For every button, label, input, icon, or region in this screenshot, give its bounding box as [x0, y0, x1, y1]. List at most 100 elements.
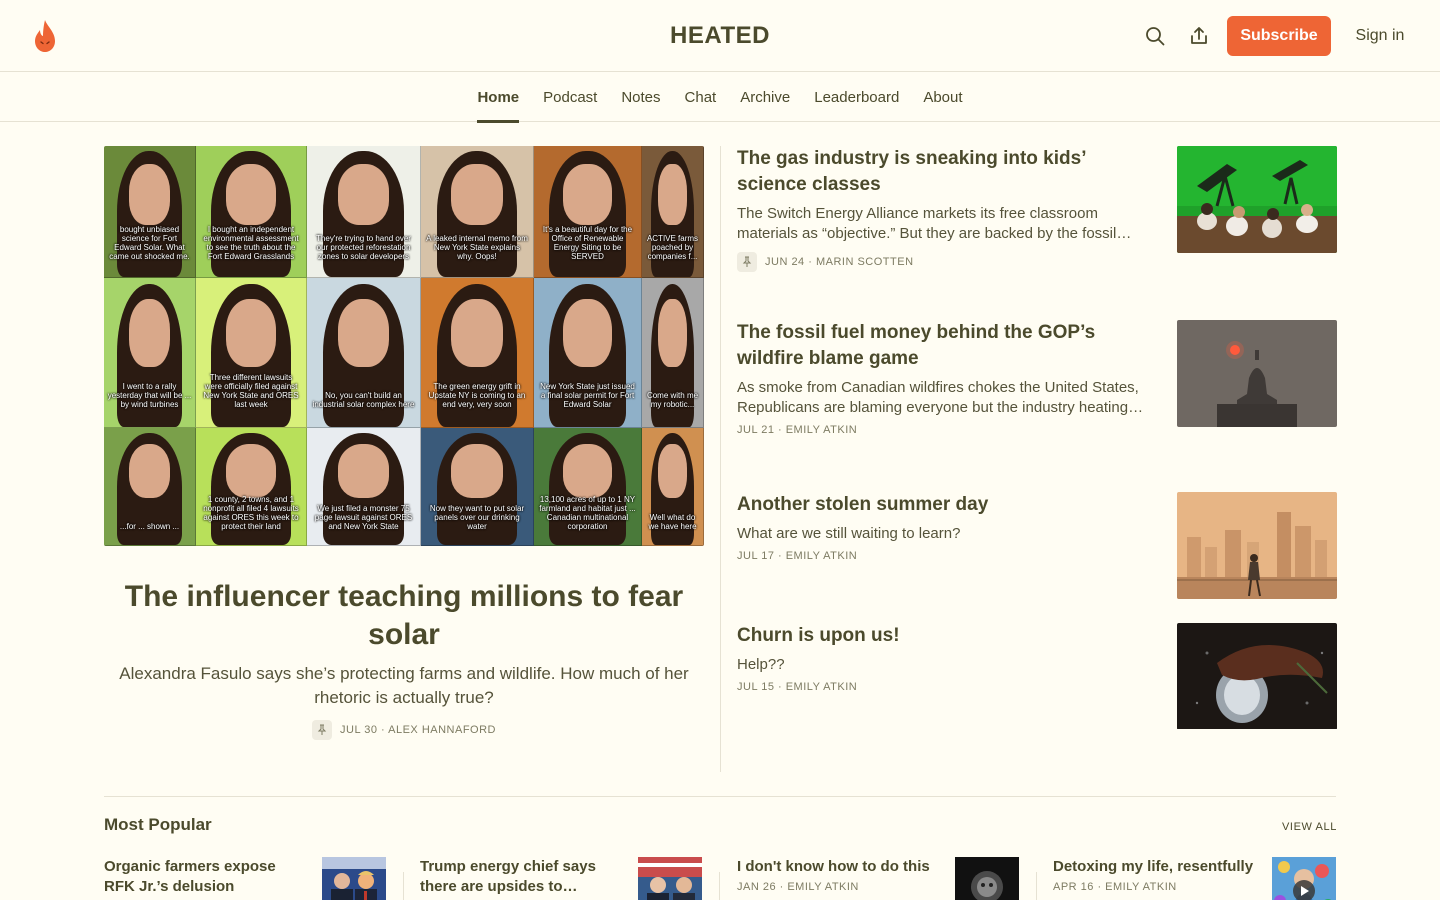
- collage-tile: We just filed a monster 75 page lawsuit …: [307, 428, 421, 546]
- tab-archive[interactable]: Archive: [728, 72, 802, 122]
- pin-icon: [312, 720, 333, 740]
- collage-tile: New York State just issued a final solar…: [534, 278, 642, 428]
- post-date-author: JUL 21 · EMILY ATKIN: [737, 424, 858, 436]
- popular-item: Organic farmers expose RFK Jr.’s delusio…: [104, 857, 404, 900]
- collage-caption: Well what do we have here: [648, 512, 697, 531]
- post-title[interactable]: The gas industry is sneaking into kids’ …: [737, 146, 1157, 198]
- post-item: Churn is upon us! Help?? JUL 15 · EMILY …: [737, 623, 1337, 729]
- popular-divider: [719, 872, 720, 900]
- post-thumbnail[interactable]: [1177, 320, 1337, 427]
- hero-image-collage[interactable]: bought unbiased science for Fort Edward …: [104, 146, 704, 546]
- collage-face: [658, 164, 687, 225]
- collage-caption: ...for ... shown ...: [119, 521, 180, 531]
- post-item: The gas industry is sneaking into kids’ …: [737, 146, 1337, 272]
- tab-chat[interactable]: Chat: [673, 72, 729, 122]
- post-subtitle: Help??: [737, 656, 785, 673]
- tab-home[interactable]: Home: [465, 72, 531, 123]
- collage-caption: Come with me my robotic...: [646, 391, 699, 410]
- collage-tile: I bought an independent environmental as…: [196, 146, 307, 278]
- popular-divider: [403, 872, 404, 900]
- popular-item: I don't know how to do this JAN 26 · EMI…: [737, 857, 1037, 900]
- popular-item-title[interactable]: Organic farmers expose RFK Jr.’s delusio…: [104, 857, 304, 897]
- collage-face: [658, 444, 687, 499]
- post-item: Another stolen summer day What are we st…: [737, 492, 1337, 599]
- collage-face: [562, 444, 613, 499]
- sign-in-button[interactable]: Sign in: [1348, 16, 1412, 56]
- collage-face: [225, 298, 277, 368]
- collage-caption: I went to a rally yesterday that will be…: [107, 382, 192, 410]
- collage-tile: ...for ... shown ...: [104, 428, 196, 546]
- most-popular-heading: Most Popular: [104, 815, 212, 834]
- collage-caption: Three different lawsuits were officially…: [203, 373, 299, 410]
- collage-caption: New York State just issued a final solar…: [540, 382, 635, 410]
- collage-tile: They're trying to hand over our protecte…: [307, 146, 421, 278]
- top-bar: HEATED Subscribe Sign in: [0, 0, 1440, 72]
- hero-title[interactable]: The influencer teaching millions to fear…: [104, 578, 704, 654]
- post-subtitle: What are we still waiting to learn?: [737, 525, 961, 542]
- post-subtitle: As smoke from Canadian wildfires chokes …: [737, 379, 1144, 416]
- collage-caption: Now they want to put solar panels over o…: [429, 503, 525, 531]
- post-title[interactable]: Churn is upon us!: [737, 623, 1157, 649]
- collage-face: [128, 444, 171, 499]
- collage-caption: No, you can't build an industrial solar …: [312, 391, 415, 410]
- collage-caption: We just filed a monster 75 page lawsuit …: [314, 503, 413, 531]
- post-subtitle: The Switch Energy Alliance markets its f…: [737, 205, 1132, 242]
- collage-tile: 1 county, 2 towns, and 1 nonprofit all f…: [196, 428, 307, 546]
- collage-face: [337, 164, 390, 225]
- collage-face: [225, 164, 277, 225]
- collage-caption: A leaked internal memo from New York Sta…: [426, 234, 528, 262]
- collage-face: [337, 298, 390, 368]
- collage-tile: Well what do we have here: [642, 428, 704, 546]
- post-date-author: JUL 17 · EMILY ATKIN: [737, 550, 858, 562]
- collage-face: [451, 444, 503, 499]
- collage-caption: It's a beautiful day for the Office of R…: [542, 225, 633, 262]
- popular-item: Trump energy chief says there are upside…: [420, 857, 720, 900]
- post-thumbnail[interactable]: [1177, 146, 1337, 253]
- collage-face: [562, 164, 613, 225]
- popular-item-title[interactable]: I don't know how to do this: [737, 857, 937, 877]
- post-meta: JUN 24 · MARIN SCOTTEN: [737, 252, 1337, 272]
- post-date-author: JUL 15 · EMILY ATKIN: [737, 681, 858, 693]
- post-date-author: JUN 24 · MARIN SCOTTEN: [765, 256, 914, 268]
- collage-face: [562, 298, 613, 368]
- collage-tile: Now they want to put solar panels over o…: [421, 428, 534, 546]
- site-title[interactable]: HEATED: [0, 22, 1440, 50]
- popular-divider: [1036, 872, 1037, 900]
- collage-face: [225, 444, 277, 499]
- share-icon[interactable]: [1187, 24, 1211, 48]
- collage-caption: The green energy grift in Upstate NY is …: [428, 382, 526, 410]
- popular-item-thumbnail[interactable]: [638, 857, 702, 900]
- tab-notes[interactable]: Notes: [609, 72, 672, 122]
- collage-caption: bought unbiased science for Fort Edward …: [109, 225, 190, 262]
- collage-caption: ACTIVE farms poached by companies f...: [646, 234, 699, 262]
- collage-face: [128, 298, 171, 368]
- view-all-link[interactable]: VIEW ALL: [1282, 821, 1337, 833]
- post-thumbnail[interactable]: [1177, 623, 1337, 730]
- hero-meta: JUL 30 · ALEX HANNAFORD: [104, 720, 704, 740]
- search-icon[interactable]: [1143, 24, 1167, 48]
- collage-tile: ACTIVE farms poached by companies f...: [642, 146, 704, 278]
- popular-item-thumbnail[interactable]: [322, 857, 386, 900]
- collage-tile: Three different lawsuits were officially…: [196, 278, 307, 428]
- post-item: The fossil fuel money behind the GOP’s w…: [737, 320, 1337, 436]
- popular-item-thumbnail[interactable]: [955, 857, 1019, 900]
- tab-about[interactable]: About: [911, 72, 974, 122]
- popular-item-thumbnail[interactable]: [1272, 857, 1336, 900]
- collage-tile: The green energy grift in Upstate NY is …: [421, 278, 534, 428]
- collage-tile: 13,100 acres of up to 1 NY farmland and …: [534, 428, 642, 546]
- popular-item-title[interactable]: Detoxing my life, resentfully: [1053, 857, 1263, 877]
- collage-tile: bought unbiased science for Fort Edward …: [104, 146, 196, 278]
- collage-caption: They're trying to hand over our protecte…: [316, 234, 411, 262]
- post-title[interactable]: The fossil fuel money behind the GOP’s w…: [737, 320, 1157, 372]
- tab-podcast[interactable]: Podcast: [531, 72, 609, 122]
- subscribe-button[interactable]: Subscribe: [1227, 16, 1331, 56]
- popular-item-title[interactable]: Trump energy chief says there are upside…: [420, 857, 620, 897]
- tab-leaderboard[interactable]: Leaderboard: [802, 72, 911, 122]
- collage-tile: I went to a rally yesterday that will be…: [104, 278, 196, 428]
- nav-tabs: Home Podcast Notes Chat Archive Leaderbo…: [0, 72, 1440, 123]
- collage-caption: I bought an independent environmental as…: [203, 225, 299, 262]
- collage-tile: No, you can't build an industrial solar …: [307, 278, 421, 428]
- post-thumbnail[interactable]: [1177, 492, 1337, 599]
- post-title[interactable]: Another stolen summer day: [737, 492, 1157, 518]
- popular-item: Detoxing my life, resentfully APR 16 · E…: [1053, 857, 1353, 900]
